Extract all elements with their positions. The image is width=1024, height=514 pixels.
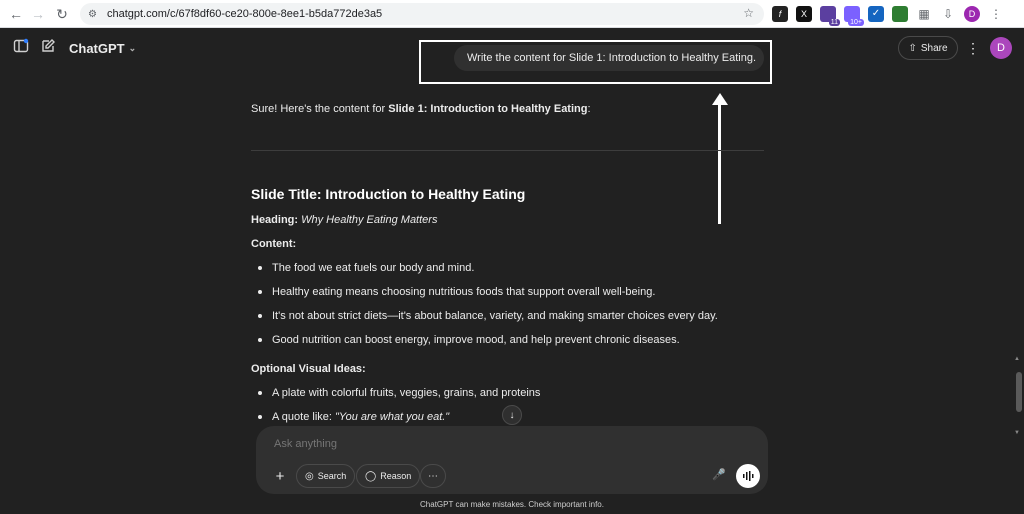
extension-f-icon[interactable]: f (772, 6, 788, 22)
extension-badge: 11 (828, 19, 840, 26)
app-title: ChatGPT (69, 41, 125, 56)
ellipsis-icon: ⋯ (428, 470, 438, 482)
list-item: The food we eat fuels our body and mind. (258, 262, 718, 286)
heading-value: Why Healthy Eating Matters (301, 214, 438, 226)
list-item: A plate with colorful fruits, veggies, g… (258, 387, 540, 411)
quote-text: "You are what you eat." (335, 411, 450, 423)
address-bar[interactable]: ⚙ chatgpt.com/c/67f8df60-ce20-800e-8ee1-… (80, 3, 764, 25)
download-icon[interactable]: ⇩ (940, 6, 956, 22)
extension-home-icon[interactable]: 11 (820, 6, 840, 26)
search-button[interactable]: ◎ Search (296, 464, 356, 488)
disclaimer-note: ChatGPT can make mistakes. Check importa… (420, 500, 604, 509)
extension-calendar-icon[interactable]: 10+ (844, 6, 864, 26)
scroll-to-bottom-button[interactable]: ↓ (502, 405, 522, 425)
extension-badge: 10+ (848, 19, 864, 26)
new-chat-icon[interactable] (40, 38, 58, 56)
extension-folder-icon[interactable] (892, 6, 908, 22)
content-label: Content: (251, 238, 297, 250)
arrow-down-icon: ↓ (509, 409, 515, 421)
sidebar-toggle-icon[interactable] (13, 38, 31, 56)
extensions-puzzle-icon[interactable]: ▦ (916, 6, 932, 22)
share-button[interactable]: ⇧ Share (898, 36, 958, 60)
intro-bold: Slide 1: Introduction to Healthy Eating (388, 103, 588, 115)
divider (251, 150, 764, 151)
share-icon: ⇧ (908, 42, 917, 54)
globe-icon: ◎ (305, 470, 314, 482)
list-item: Healthy eating means choosing nutritious… (258, 286, 718, 310)
chevron-down-icon: ⌄ (128, 43, 137, 53)
search-label: Search (317, 471, 347, 481)
intro-text: Sure! Here's the content for (251, 103, 389, 115)
add-attachment-icon[interactable]: + (270, 466, 290, 486)
microphone-icon[interactable]: 🎤 (712, 468, 726, 481)
scroll-down-arrow-icon[interactable]: ▼ (1014, 430, 1020, 436)
heading-label: Heading: (251, 214, 299, 226)
back-icon[interactable]: ← (4, 2, 28, 26)
content-bullet-list: The food we eat fuels our body and mind.… (258, 262, 718, 358)
voice-waveform-icon (743, 471, 754, 481)
more-tools-button[interactable]: ⋯ (420, 464, 446, 488)
browser-toolbar: ← → ↻ ⚙ chatgpt.com/c/67f8df60-ce20-800e… (0, 0, 1024, 28)
extension-x-icon[interactable]: X (796, 6, 812, 22)
reason-button[interactable]: ◯ Reason (356, 464, 421, 488)
url-text: chatgpt.com/c/67f8df60-ce20-800e-8ee1-b5… (106, 8, 383, 20)
intro-suffix: : (587, 103, 591, 115)
extension-check-icon[interactable]: ✓ (868, 6, 884, 22)
heading-line: Heading: Why Healthy Eating Matters (251, 214, 437, 226)
annotation-arrow-line (718, 100, 721, 224)
browser-profile-avatar[interactable]: D (964, 6, 980, 22)
browser-menu-icon[interactable]: ⋮ (988, 6, 1004, 22)
bookmark-star-icon[interactable]: ☆ (743, 6, 754, 20)
reason-label: Reason (380, 471, 412, 481)
response-intro: Sure! Here's the content for Slide 1: In… (251, 103, 591, 115)
more-options-icon[interactable]: ⋮ (966, 40, 980, 57)
extensions-row: f X 11 10+ ✓ ▦ ⇩ D ⋮ (772, 4, 1004, 26)
reload-icon[interactable]: ↻ (50, 2, 74, 26)
site-info-icon[interactable]: ⚙ (88, 9, 97, 20)
optional-visual-label: Optional Visual Ideas: (251, 363, 366, 375)
list-item: Good nutrition can boost energy, improve… (258, 334, 718, 358)
page-scrollbar-thumb[interactable] (1016, 372, 1022, 412)
slide-title: Slide Title: Introduction to Healthy Eat… (251, 186, 526, 202)
prompt-input[interactable] (274, 438, 674, 450)
composer: + ◎ Search ◯ Reason ⋯ 🎤 (256, 426, 768, 494)
voice-mode-button[interactable] (736, 464, 760, 488)
forward-icon[interactable]: → (26, 2, 50, 26)
user-message-bubble: Write the content for Slide 1: Introduct… (454, 45, 764, 71)
user-avatar[interactable]: D (990, 37, 1012, 59)
scroll-up-arrow-icon[interactable]: ▲ (1014, 356, 1020, 362)
share-label: Share (920, 42, 948, 54)
quote-prefix: A quote like: (272, 411, 335, 423)
list-item: It's not about strict diets—it's about b… (258, 310, 718, 334)
model-selector[interactable]: ChatGPT ⌄ (69, 41, 136, 56)
lightbulb-icon: ◯ (365, 470, 377, 482)
